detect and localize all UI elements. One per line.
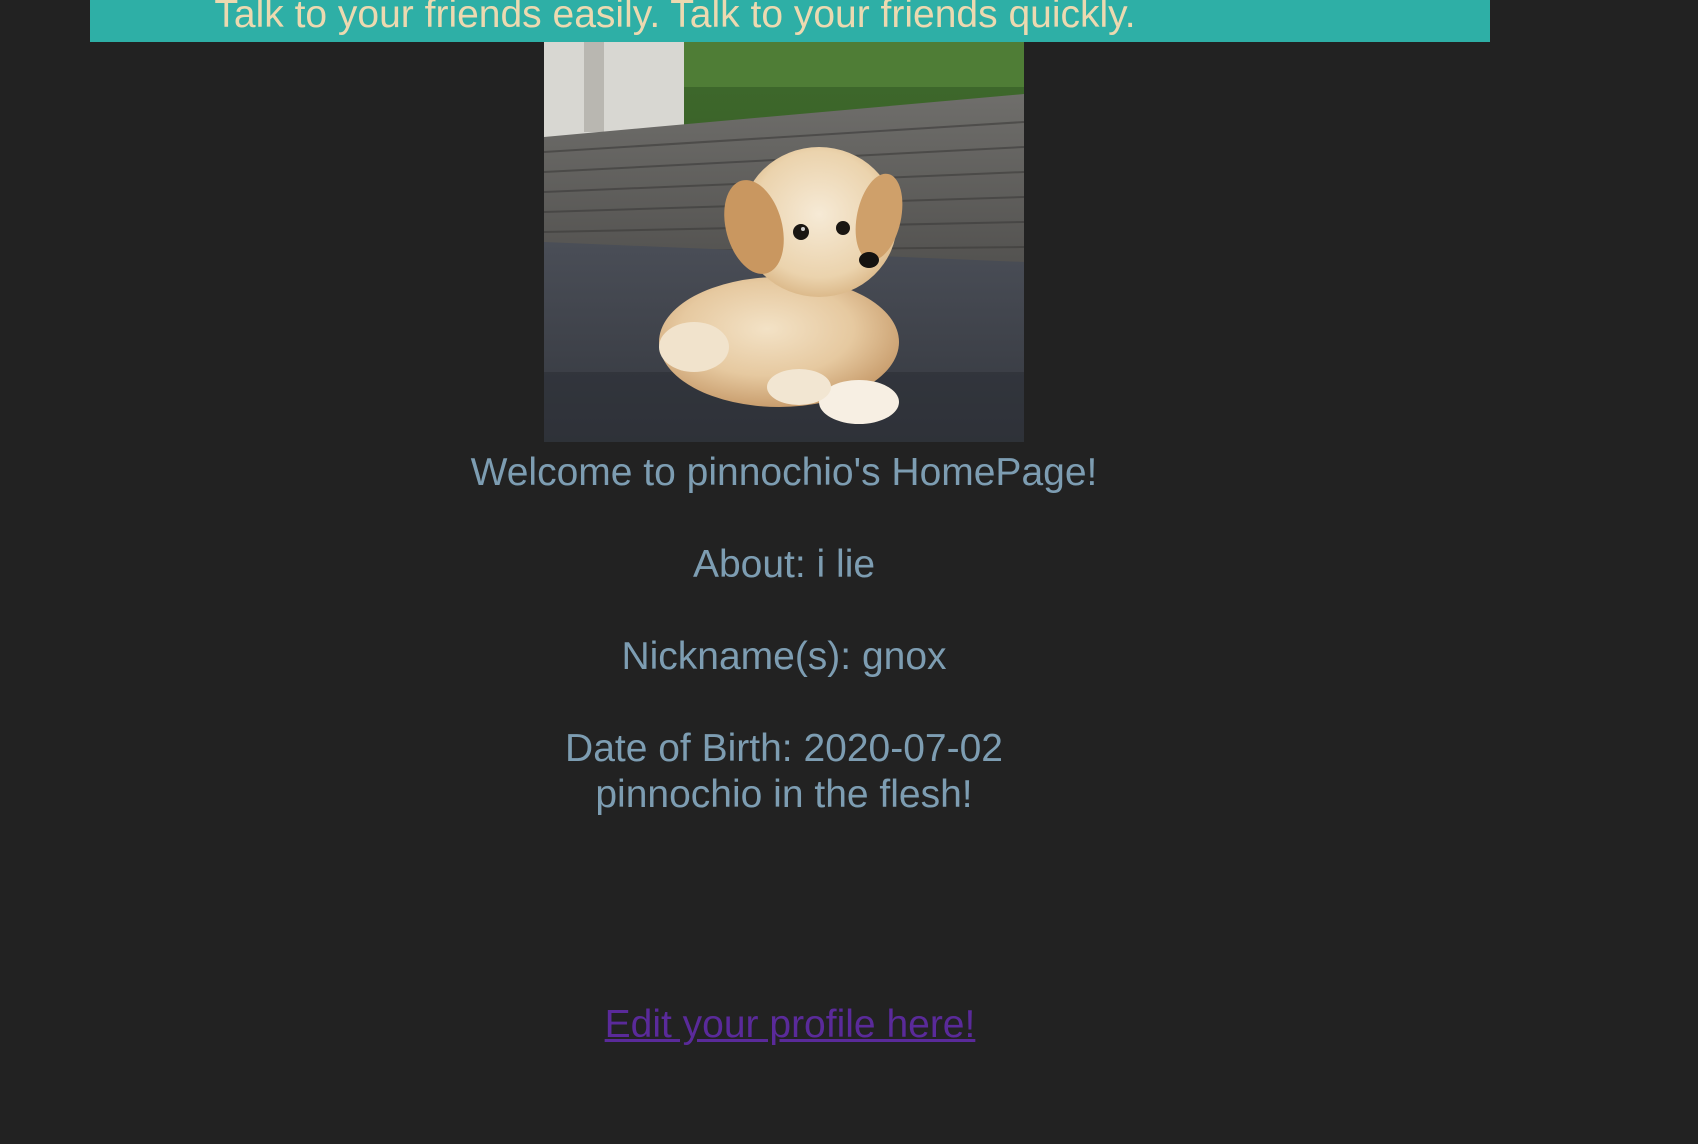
edit-profile-container: Edit your profile here! xyxy=(0,1002,1580,1048)
puppy-photo-icon xyxy=(544,42,1024,442)
welcome-heading: Welcome to pinnochio's HomePage! xyxy=(470,451,1098,494)
about-text: About: i lie xyxy=(692,543,876,586)
page: Talk to your friends easily. Talk to you… xyxy=(0,0,1698,1144)
profile-photo xyxy=(544,42,1024,442)
profile-tagline: pinnochio in the flesh! xyxy=(595,773,973,816)
edit-profile-link[interactable]: Edit your profile here! xyxy=(605,1003,976,1046)
date-of-birth-text: Date of Birth: 2020-07-02 xyxy=(565,727,1003,770)
header-banner: Talk to your friends easily. Talk to you… xyxy=(90,0,1490,42)
nicknames-text: Nickname(s): gnox xyxy=(621,635,947,678)
banner-slogan: Talk to your friends easily. Talk to you… xyxy=(214,0,1136,36)
